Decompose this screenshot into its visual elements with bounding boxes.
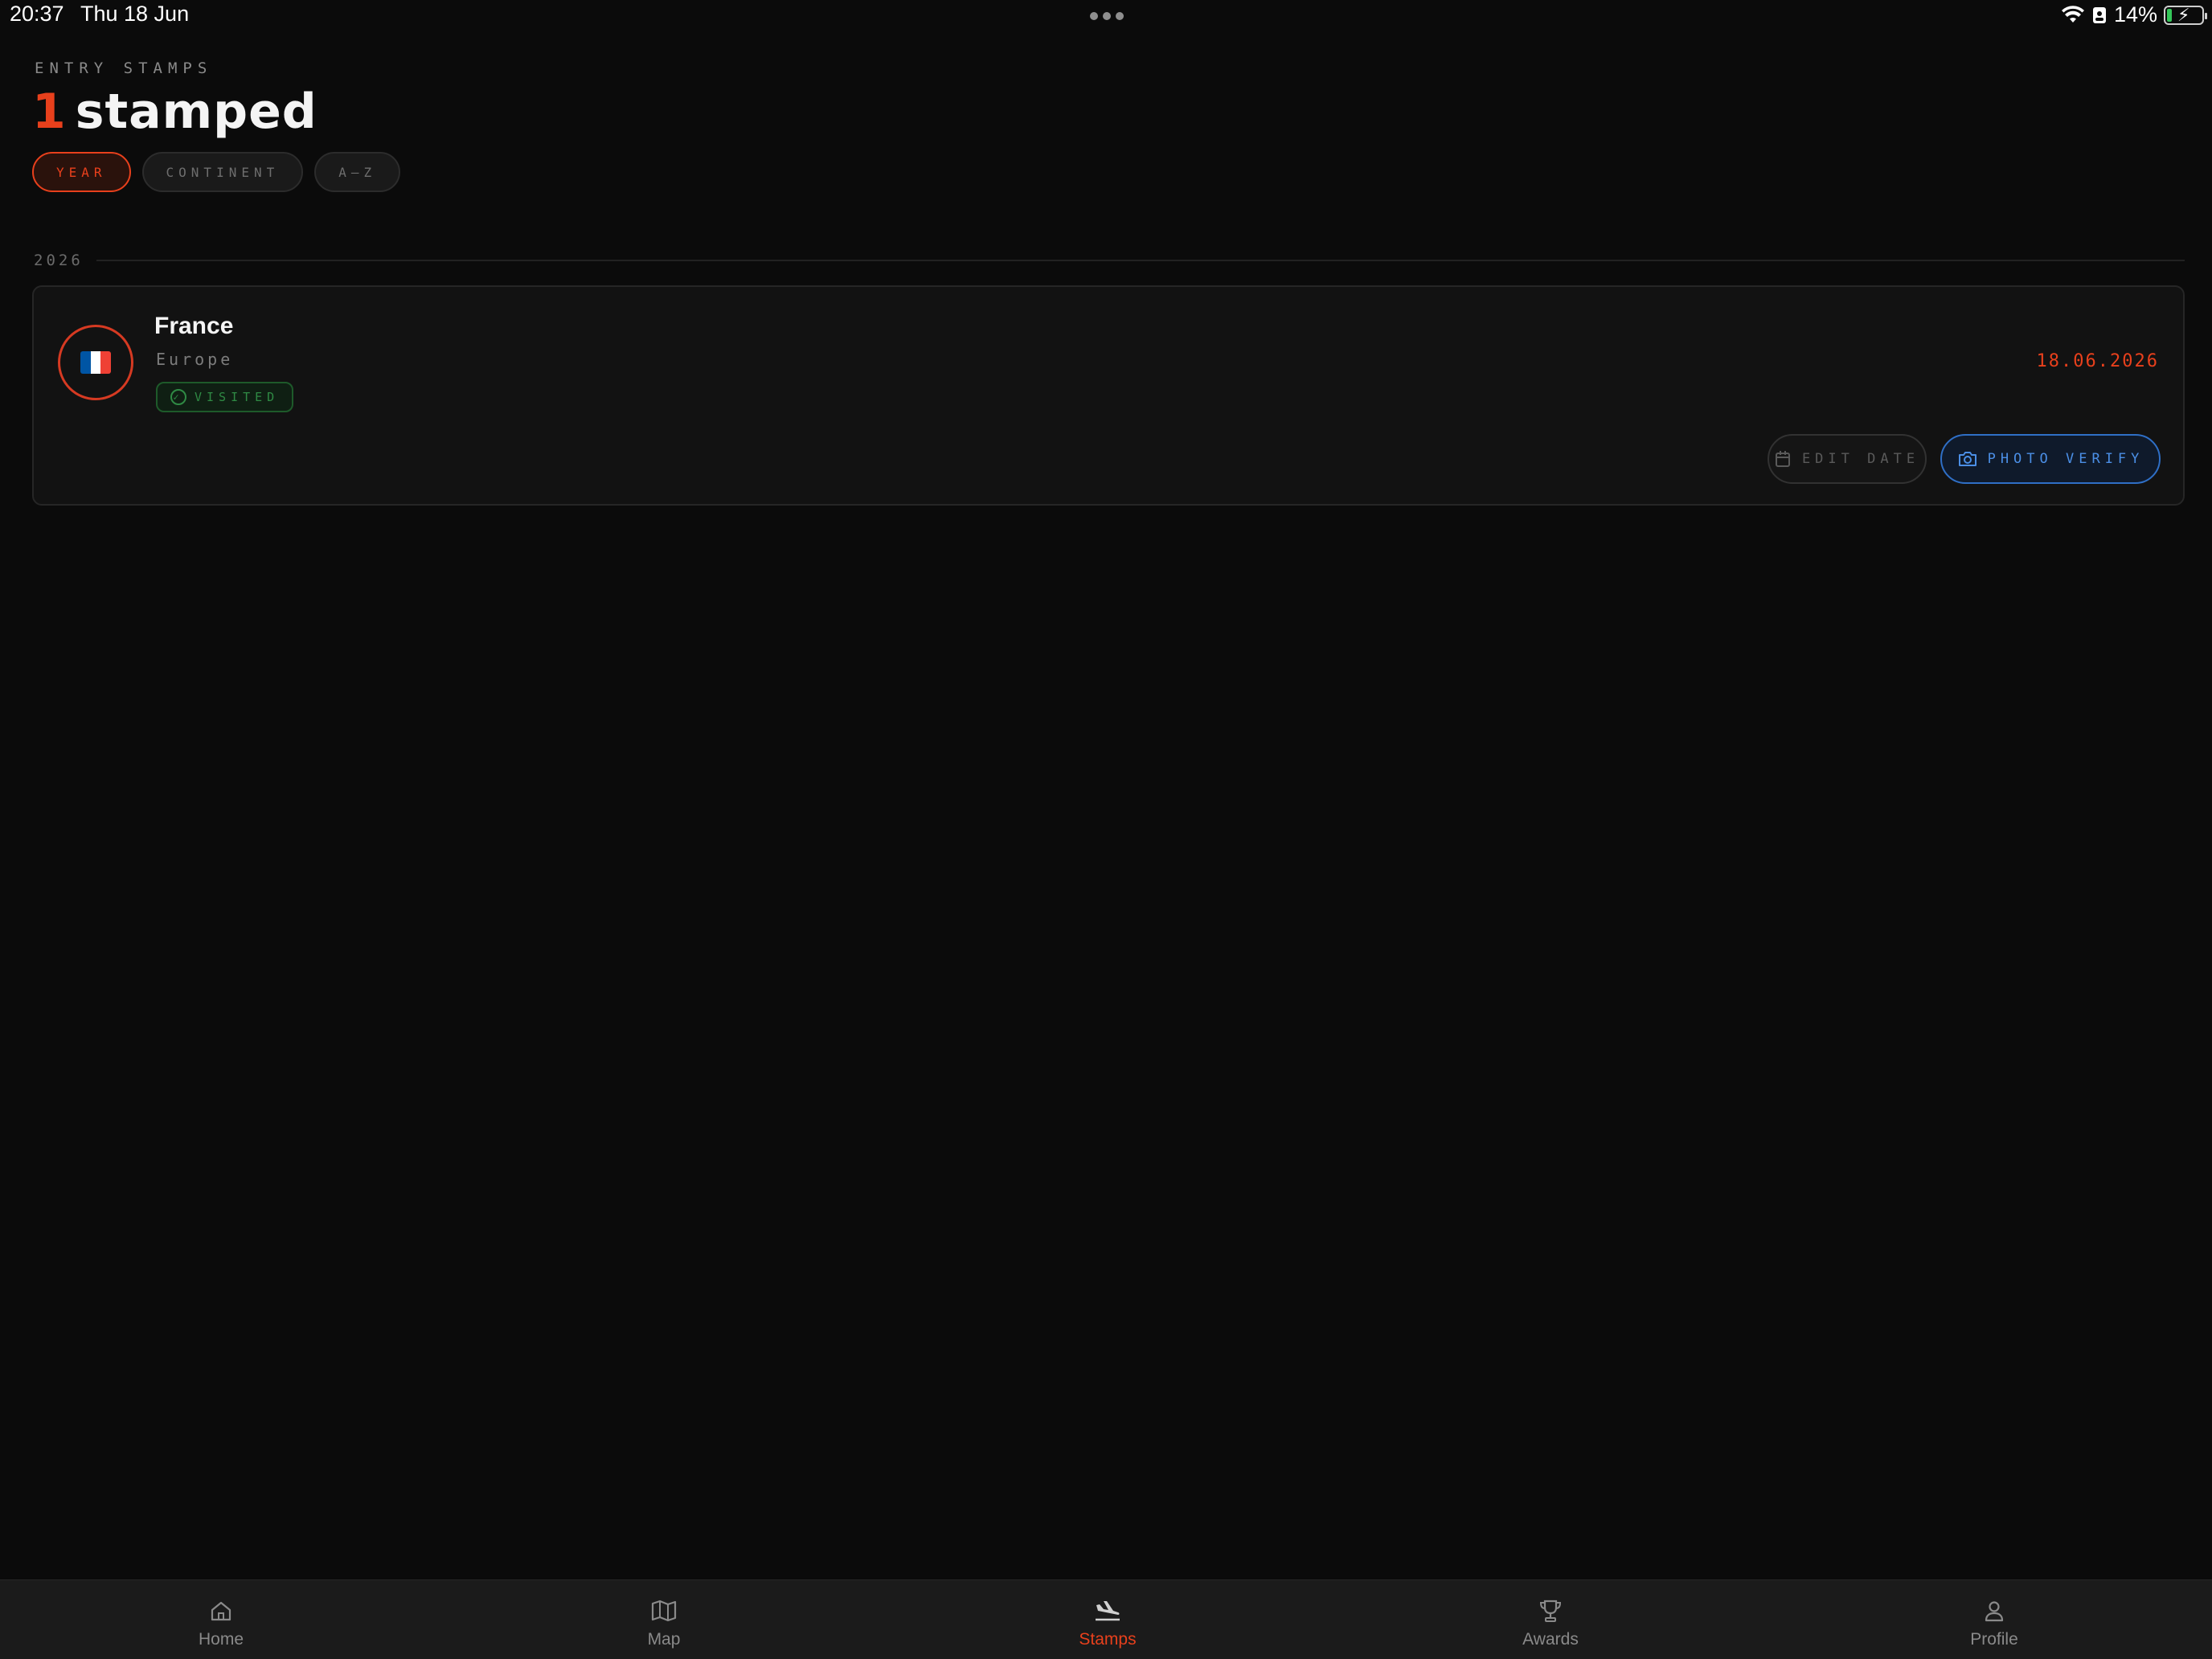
photo-verify-label: PHOTO VERIFY (1987, 451, 2144, 467)
bottom-tab-bar: Home Map Stamps Awards Profile (0, 1579, 2212, 1659)
tab-home[interactable]: Home (100, 1580, 342, 1659)
visited-badge: ✓ VISITED (156, 382, 294, 412)
year-group-header: 2026 (34, 252, 2185, 269)
visited-badge-label: VISITED (195, 390, 280, 404)
photo-verify-button[interactable]: PHOTO VERIFY (1940, 434, 2161, 484)
flag-stamp (58, 325, 133, 400)
calendar-edit-icon (1775, 451, 1790, 467)
filter-chip-continent[interactable]: CONTINENT (141, 152, 304, 192)
flag-stripe-blue (80, 351, 91, 374)
continent-name: Europe (156, 350, 234, 369)
multitasking-dots-icon[interactable] (1090, 12, 1124, 20)
stamp-count: 1 (32, 84, 66, 140)
trophy-icon (1534, 1595, 1567, 1627)
year-label: 2026 (34, 252, 84, 269)
wifi-icon (2061, 5, 2084, 23)
tab-stamps[interactable]: Stamps (987, 1580, 1228, 1659)
status-bar: 20:37 Thu 18 Jun 14% ⚡ (0, 0, 2212, 35)
filter-chip-a-z[interactable]: A–Z (314, 152, 401, 192)
status-time: 20:37 (10, 2, 64, 26)
tab-stamps-label: Stamps (1079, 1630, 1137, 1649)
tab-map-label: Map (647, 1630, 681, 1649)
flag-stripe-white (90, 351, 101, 374)
plane-landing-icon (1092, 1595, 1124, 1627)
check-circle-icon: ✓ (170, 389, 186, 405)
battery-icon: ⚡ (2164, 5, 2207, 25)
sort-filter-chips: YEAR CONTINENT A–Z (32, 152, 401, 192)
focus-mode-icon (2092, 6, 2106, 23)
tab-map[interactable]: Map (543, 1580, 784, 1659)
tab-awards[interactable]: Awards (1430, 1580, 1671, 1659)
user-icon (1978, 1595, 2010, 1627)
home-icon (205, 1595, 237, 1627)
app-screen: 20:37 Thu 18 Jun 14% ⚡ ENTRY STAMPS 1 st… (0, 0, 2212, 1659)
page-title: 1 stamped (32, 84, 317, 140)
flag-stripe-red (100, 351, 111, 374)
map-icon (648, 1595, 680, 1627)
camera-icon (1958, 452, 1976, 466)
status-date: Thu 18 Jun (80, 2, 190, 26)
edit-date-button[interactable]: EDIT DATE (1768, 434, 1927, 484)
stamp-card[interactable]: France Europe ✓ VISITED 18.06.2026 EDIT … (32, 285, 2185, 506)
edit-date-label: EDIT DATE (1801, 451, 1920, 467)
country-name: France (154, 313, 234, 339)
title-text: stamped (75, 84, 317, 140)
tab-profile-label: Profile (1970, 1630, 2018, 1649)
battery-percent: 14% (2113, 2, 2157, 27)
tab-home-label: Home (198, 1630, 244, 1649)
divider (96, 260, 2185, 261)
section-eyebrow: ENTRY STAMPS (35, 59, 213, 77)
filter-chip-year[interactable]: YEAR (32, 152, 131, 192)
france-flag-icon (80, 351, 111, 374)
entry-date: 18.06.2026 (2036, 351, 2159, 371)
tab-profile[interactable]: Profile (1874, 1580, 2115, 1659)
tab-awards-label: Awards (1522, 1630, 1579, 1649)
status-indicators: 14% ⚡ (2061, 2, 2207, 27)
